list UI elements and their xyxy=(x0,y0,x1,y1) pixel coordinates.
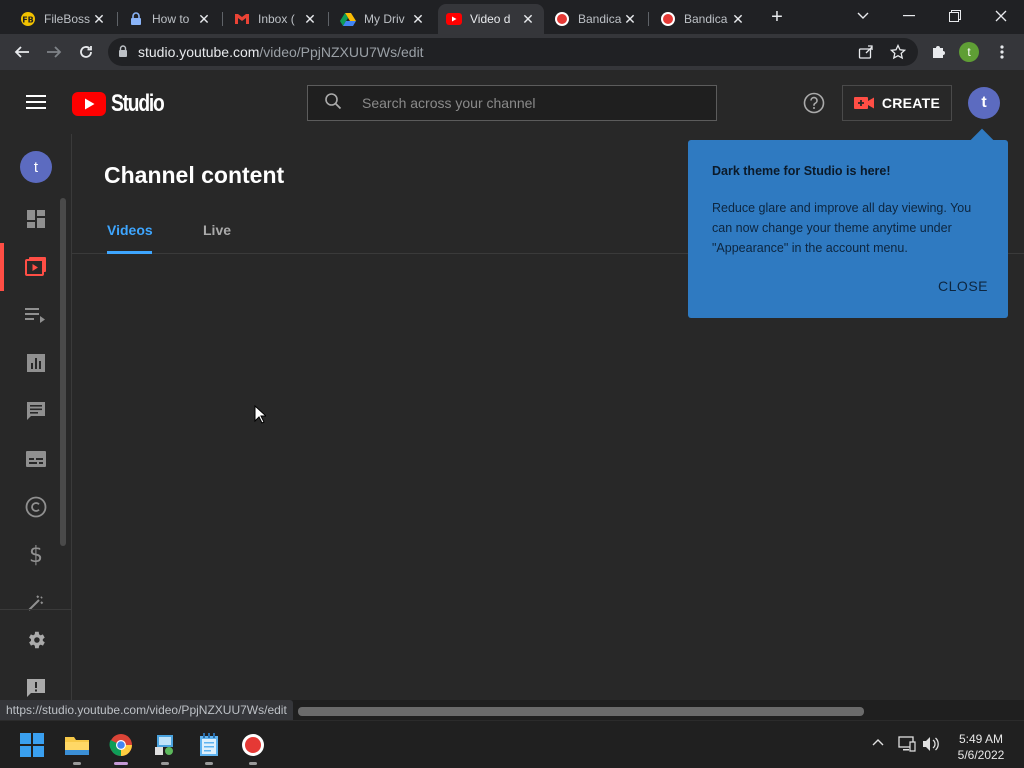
tab-live[interactable]: Live xyxy=(203,218,233,254)
popup-close-button[interactable]: CLOSE xyxy=(938,278,988,294)
clock-date: 5/6/2022 xyxy=(957,748,1005,762)
search-placeholder: Search across your channel xyxy=(362,95,536,111)
windows-start-icon[interactable] xyxy=(16,729,48,761)
feedback-icon[interactable] xyxy=(0,664,71,700)
close-tab-icon[interactable]: ✕ xyxy=(622,11,638,28)
close-tab-icon[interactable]: ✕ xyxy=(91,11,107,28)
running-indicator xyxy=(249,762,257,765)
popup-title: Dark theme for Studio is here! xyxy=(712,164,891,178)
tab-videos[interactable]: Videos xyxy=(107,218,153,254)
active-app-indicator xyxy=(114,762,128,765)
windows-taskbar: 5:49 AM 5/6/2022 xyxy=(0,720,1024,768)
close-window-button[interactable] xyxy=(978,0,1024,32)
fileboss-icon: FB xyxy=(20,11,36,27)
close-tab-icon[interactable]: ✕ xyxy=(730,11,746,28)
settings-gear-icon[interactable] xyxy=(0,616,71,664)
tab-title: Inbox ( xyxy=(258,12,295,26)
chrome-menu-icon[interactable] xyxy=(990,40,1014,64)
studio-header: Studio Search across your channel CREATE… xyxy=(0,70,1024,134)
create-button[interactable]: CREATE xyxy=(842,85,952,121)
channel-avatar[interactable]: t xyxy=(20,151,52,183)
url-host: studio.youtube.com xyxy=(138,44,260,60)
tab-title: FileBoss xyxy=(44,12,91,26)
youtube-icon xyxy=(446,11,462,27)
bandicam-icon xyxy=(554,11,570,27)
google-drive-icon xyxy=(340,11,356,27)
create-label: CREATE xyxy=(881,95,941,111)
running-indicator xyxy=(205,762,213,765)
close-tab-icon[interactable]: ✕ xyxy=(196,11,212,28)
tab-title: Video d xyxy=(470,12,511,26)
clock-time: 5:49 AM xyxy=(958,732,1004,746)
browser-tab-my-drive[interactable]: My Driv ✕ xyxy=(332,4,434,34)
tab-title: Bandica xyxy=(684,12,728,26)
running-indicator xyxy=(161,762,169,765)
sidebar-divider xyxy=(0,609,71,610)
file-explorer-icon[interactable] xyxy=(61,729,93,765)
chrome-icon[interactable] xyxy=(105,729,137,765)
hamburger-menu-icon[interactable] xyxy=(26,94,46,115)
tab-separator xyxy=(222,12,223,26)
browser-tab-inbox[interactable]: Inbox ( ✕ xyxy=(226,4,326,34)
horizontal-scrollbar[interactable] xyxy=(298,707,864,716)
page-title: Channel content xyxy=(104,162,285,188)
browser-toolbar: studio.youtube.com/video/PpjNZXUU7Ws/edi… xyxy=(0,34,1024,70)
svg-text:FB: FB xyxy=(22,16,34,25)
tab-title: My Driv xyxy=(364,12,405,26)
help-icon[interactable] xyxy=(803,92,825,119)
active-indicator xyxy=(0,243,4,291)
tab-title: Bandica xyxy=(578,12,622,26)
studio-logo[interactable]: Studio xyxy=(72,90,177,118)
browser-tab-bandicam-2[interactable]: Bandica ✕ xyxy=(652,4,754,34)
mouse-cursor-icon xyxy=(254,404,268,429)
tab-search-chevron-icon[interactable] xyxy=(840,0,886,32)
create-video-icon xyxy=(853,97,874,109)
minimize-button[interactable] xyxy=(886,0,932,32)
youtube-logo-icon xyxy=(72,92,106,116)
lock-icon xyxy=(128,11,144,27)
link-status-url: https://studio.youtube.com/video/PpjNZXU… xyxy=(0,700,293,720)
gmail-icon xyxy=(234,11,250,27)
popup-body: Reduce glare and improve all day viewing… xyxy=(712,201,972,255)
restore-button[interactable] xyxy=(932,0,978,32)
tab-separator xyxy=(328,12,329,26)
browser-tab-bandicam-1[interactable]: Bandica ✕ xyxy=(546,4,646,34)
account-avatar[interactable]: t xyxy=(968,87,1000,119)
address-bar[interactable]: studio.youtube.com/video/PpjNZXUU7Ws/edi… xyxy=(108,38,918,66)
show-hidden-icons-chevron-icon[interactable] xyxy=(872,733,884,749)
back-arrow-icon[interactable] xyxy=(10,40,34,64)
chrome-profile-avatar[interactable]: t xyxy=(959,42,979,62)
search-icon xyxy=(324,92,342,115)
dark-theme-popup: Dark theme for Studio is here! Reduce gl… xyxy=(688,128,1008,318)
close-tab-icon[interactable]: ✕ xyxy=(410,11,426,28)
bookmark-star-icon[interactable] xyxy=(886,40,910,64)
channel-search-input[interactable]: Search across your channel xyxy=(307,85,717,121)
bandicam-record-icon[interactable] xyxy=(237,729,269,765)
browser-tab-video-details[interactable]: Video d ✕ xyxy=(438,4,544,34)
lock-icon xyxy=(118,44,128,60)
forward-arrow-icon[interactable] xyxy=(42,40,66,64)
bandicam-icon xyxy=(660,11,676,27)
close-tab-icon[interactable]: ✕ xyxy=(520,11,536,28)
tab-separator xyxy=(648,12,649,26)
taskbar-clock[interactable]: 5:49 AM 5/6/2022 xyxy=(946,731,1016,763)
browser-tab-fileboss[interactable]: FB FileBoss ✕ xyxy=(12,4,115,34)
browser-tab-how-to[interactable]: How to ✕ xyxy=(120,4,220,34)
running-indicator xyxy=(73,762,81,765)
control-panel-icon[interactable] xyxy=(149,729,181,765)
volume-icon[interactable] xyxy=(922,736,940,755)
browser-tab-strip: FB FileBoss ✕ How to ✕ Inbox ( ✕ My Driv… xyxy=(0,0,1024,34)
close-tab-icon[interactable]: ✕ xyxy=(302,11,318,28)
tab-title: How to xyxy=(152,12,190,26)
extensions-puzzle-icon[interactable] xyxy=(926,40,950,64)
url-path: /video/PpjNZXUU7Ws/edit xyxy=(259,44,424,60)
sidebar-scrollbar[interactable] xyxy=(60,198,66,546)
studio-logo-text: Studio xyxy=(111,90,165,117)
share-icon[interactable] xyxy=(854,40,878,64)
notepad-icon[interactable] xyxy=(193,729,225,765)
network-icon[interactable] xyxy=(898,736,916,755)
reload-icon[interactable] xyxy=(74,40,98,64)
tab-separator xyxy=(117,12,118,26)
new-tab-button[interactable]: + xyxy=(766,6,788,28)
